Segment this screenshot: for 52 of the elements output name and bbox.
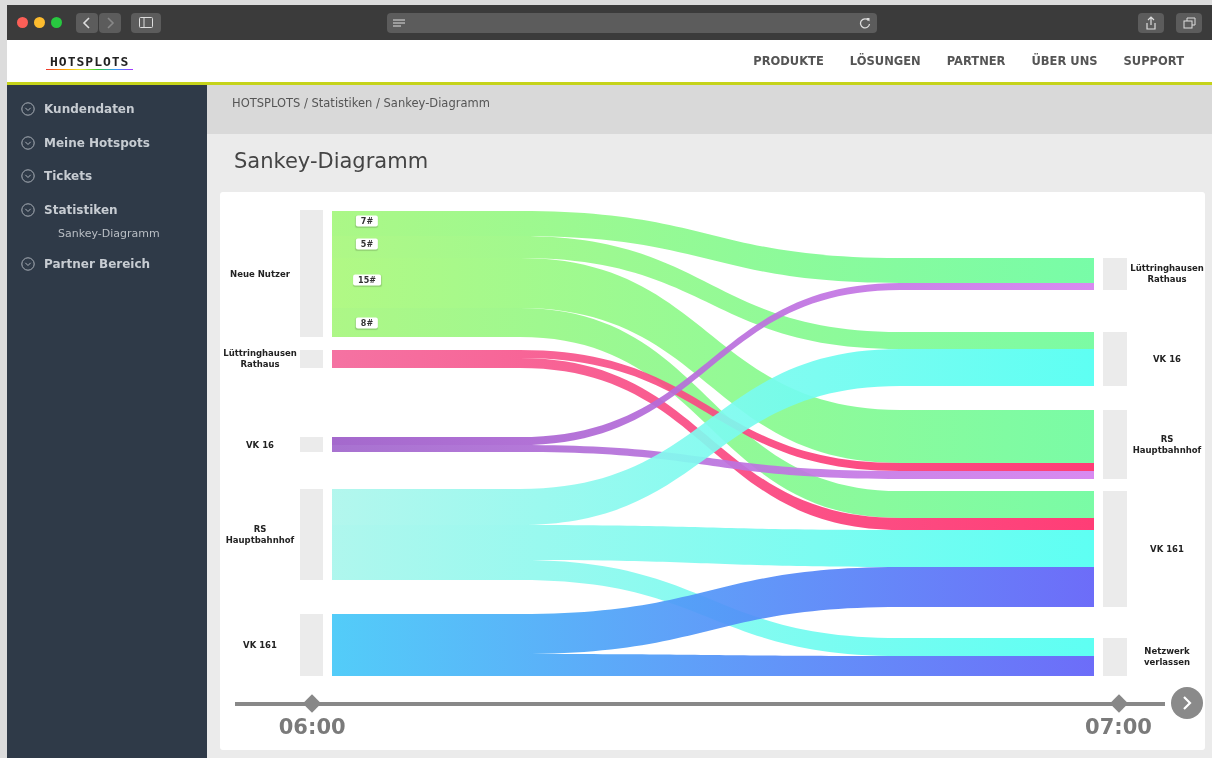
time-label: 07:00 <box>1085 715 1152 739</box>
tabs-button[interactable] <box>1176 12 1202 33</box>
chevron-right-icon <box>105 16 115 29</box>
chevron-right-icon <box>1180 696 1194 710</box>
flow-count-label: 7# <box>355 215 379 227</box>
nav-link[interactable]: PRODUKTE <box>753 54 824 68</box>
sidebar-item[interactable]: Kundendaten <box>44 101 135 116</box>
back-button[interactable] <box>76 12 98 33</box>
node-label: Neue Nutzer <box>229 268 291 279</box>
forward-button[interactable] <box>99 12 121 33</box>
node-label: VK 16 <box>245 439 275 450</box>
time-slider[interactable] <box>235 695 1165 713</box>
chevron-down-circle-icon <box>21 202 35 217</box>
close-window-icon[interactable] <box>17 17 28 28</box>
sidebar-item[interactable]: Partner Bereich <box>44 256 151 271</box>
sidebar-item[interactable]: Tickets <box>44 169 93 184</box>
chevron-down-circle-icon <box>21 169 35 184</box>
share-button[interactable] <box>1138 12 1164 33</box>
minimize-window-icon[interactable] <box>34 17 45 28</box>
sidebar-toggle-button[interactable] <box>131 12 161 33</box>
breadcrumb: HOTSPLOTS / Statistiken / Sankey-Diagramm <box>207 85 1212 135</box>
zoom-window-icon[interactable] <box>51 17 62 28</box>
nav-link[interactable]: PARTNER <box>946 54 1006 68</box>
flow-count-label: 5# <box>355 238 379 250</box>
chevron-down-circle-icon <box>21 135 35 150</box>
node-label: Netzwerk verlassen <box>1142 646 1192 668</box>
node-label: VK 16 <box>1152 353 1182 365</box>
nav-link[interactable]: SUPPORT <box>1123 54 1184 68</box>
sidebar-item[interactable]: Statistiken <box>44 202 118 217</box>
sidebar-icon <box>139 17 153 28</box>
nav-link[interactable]: ÜBER UNS <box>1031 54 1098 68</box>
sidebar-subitem[interactable]: Sankey-Diagramm <box>7 220 207 247</box>
flow-count-label: 15# <box>353 274 381 286</box>
node-label: VK 161 <box>242 639 278 651</box>
time-label: 06:00 <box>278 715 346 739</box>
node-label: RS Hauptbahnhof <box>224 523 296 546</box>
tabs-icon <box>1182 16 1196 29</box>
reload-icon[interactable] <box>859 16 871 29</box>
sidebar-item[interactable]: Meine Hotspots <box>44 135 150 150</box>
chevron-down-circle-icon <box>21 101 35 116</box>
page-title: Sankey-Diagramm <box>233 148 430 176</box>
share-icon <box>1145 15 1157 30</box>
node-label: RS Hauptbahnhof <box>1131 433 1203 456</box>
next-button[interactable] <box>1171 687 1203 719</box>
node-label: VK 161 <box>1149 543 1185 555</box>
flow-count-label: 8# <box>355 317 379 329</box>
chevron-down-circle-icon <box>21 256 35 271</box>
node-label: Lüttringhausen Rathaus <box>1129 263 1205 285</box>
chevron-left-icon <box>82 16 92 29</box>
reader-icon[interactable] <box>393 18 405 28</box>
node-label: Lüttringhausen Rathaus <box>222 348 298 370</box>
nav-link[interactable]: LÖSUNGEN <box>849 54 921 68</box>
